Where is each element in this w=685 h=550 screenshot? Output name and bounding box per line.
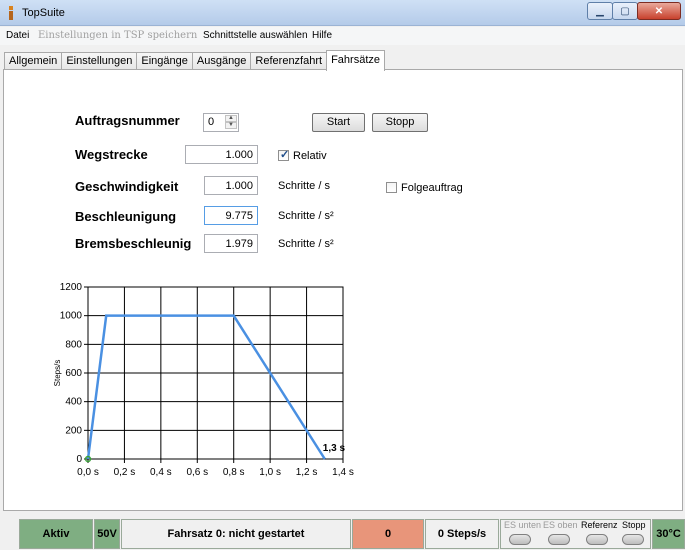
status-position: 0 xyxy=(352,519,424,549)
y-tick-label: 1000 xyxy=(60,311,83,322)
tab-einstellungen[interactable]: Einstellungen xyxy=(61,52,138,70)
menu-bar: Datei Einstellungen in TSP speichern Sch… xyxy=(0,27,685,45)
maximize-icon: ▢ xyxy=(620,5,630,17)
stepper-up-icon[interactable]: ▲ xyxy=(225,115,237,122)
app-window: TopSuite ▁ ▢ ✕ Datei Einstellungen in TS… xyxy=(0,0,685,550)
y-axis-label: Steps/s xyxy=(53,360,62,387)
beschleunigung-unit: Schritte / s² xyxy=(278,210,334,222)
y-tick-label: 600 xyxy=(65,368,82,379)
minimize-button[interactable]: ▁ xyxy=(587,2,613,20)
stopp-button[interactable]: Stopp xyxy=(372,113,428,132)
x-tick-label: 1,0 s xyxy=(259,467,281,478)
auftragsnummer-stepper[interactable]: 0 ▲ ▼ xyxy=(203,113,239,132)
x-tick-label: 0,8 s xyxy=(223,467,245,478)
start-button[interactable]: Start xyxy=(312,113,365,132)
close-icon: ✕ xyxy=(654,5,664,17)
menu-datei[interactable]: Datei xyxy=(6,30,29,41)
relativ-label: Relativ xyxy=(293,150,327,162)
stopp-led xyxy=(622,534,644,545)
geschwindigkeit-label: Geschwindigkeit xyxy=(75,179,179,194)
referenz-led xyxy=(586,534,608,545)
window-controls: ▁ ▢ ✕ xyxy=(587,2,681,20)
es-unten-label: ES unten xyxy=(504,520,542,530)
bremsbeschleunigung-unit: Schritte / s² xyxy=(278,238,334,250)
tab-referenzfahrt[interactable]: Referenzfahrt xyxy=(250,52,328,70)
y-tick-label: 0 xyxy=(76,454,82,465)
x-tick-label: 0,6 s xyxy=(186,467,208,478)
stopp-indicator-label: Stopp xyxy=(622,520,646,530)
y-tick-label: 200 xyxy=(65,425,82,436)
status-aktiv: Aktiv xyxy=(19,519,93,549)
maximize-button[interactable]: ▢ xyxy=(612,2,638,20)
status-temperature: 30°C xyxy=(652,519,685,549)
geschwindigkeit-input[interactable] xyxy=(204,176,258,195)
beschleunigung-label: Beschleunigung xyxy=(75,209,177,224)
wegstrecke-label: Wegstrecke xyxy=(75,147,148,162)
status-voltage: 50V xyxy=(94,519,120,549)
relativ-checkbox[interactable] xyxy=(278,148,289,161)
x-tick-label: 0,4 s xyxy=(150,467,172,478)
x-tick-label: 0,0 s xyxy=(77,467,99,478)
es-unten-led xyxy=(509,534,531,545)
minimize-icon: ▁ xyxy=(596,5,604,17)
window-title: TopSuite xyxy=(22,7,65,19)
tab-fahrsaetze[interactable]: Fahrsätze xyxy=(326,50,385,71)
y-tick-label: 400 xyxy=(65,397,82,408)
y-tick-label: 1200 xyxy=(60,282,83,293)
folgeauftrag-checkbox[interactable] xyxy=(386,182,397,193)
tab-allgemein[interactable]: Allgemein xyxy=(4,52,63,70)
close-button[interactable]: ✕ xyxy=(637,2,681,20)
app-icon xyxy=(9,6,13,20)
es-oben-led xyxy=(548,534,570,545)
end-time-annotation: 1,3 s xyxy=(323,443,346,454)
menu-schnittstelle[interactable]: Schnittstelle auswählen xyxy=(203,30,308,41)
y-tick-label: 800 xyxy=(65,339,82,350)
tab-ausgaenge[interactable]: Ausgänge xyxy=(191,52,252,70)
auftragsnummer-value: 0 xyxy=(208,116,215,128)
status-fahrsatz: Fahrsatz 0: nicht gestartet xyxy=(121,519,351,549)
x-tick-label: 1,4 s xyxy=(332,467,354,478)
x-tick-label: 1,2 s xyxy=(296,467,318,478)
stepper-down-icon[interactable]: ▼ xyxy=(225,122,237,129)
wegstrecke-input[interactable] xyxy=(185,145,258,164)
beschleunigung-input[interactable] xyxy=(204,206,258,225)
title-bar: TopSuite ▁ ▢ ✕ xyxy=(0,0,685,26)
menu-hilfe[interactable]: Hilfe xyxy=(312,30,332,41)
menu-einstellungen-speichern[interactable]: Einstellungen in TSP speichern xyxy=(38,30,197,41)
es-oben-label: ES oben xyxy=(543,520,578,530)
x-tick-label: 0,2 s xyxy=(114,467,136,478)
stepper-arrows: ▲ ▼ xyxy=(225,115,237,130)
bremsbeschleunigung-input[interactable] xyxy=(204,234,258,253)
geschwindigkeit-unit: Schritte / s xyxy=(278,180,330,192)
auftragsnummer-label: Auftragsnummer xyxy=(75,113,180,128)
folgeauftrag-label: Folgeauftrag xyxy=(401,182,463,194)
status-speed: 0 Steps/s xyxy=(425,519,499,549)
bremsbeschleunigung-label: Bremsbeschleunig xyxy=(75,236,192,251)
tab-eingaenge[interactable]: Eingänge xyxy=(136,52,193,70)
tab-strip: Allgemein Einstellungen Eingänge Ausgäng… xyxy=(4,50,385,71)
velocity-profile-chart: 0,0 s 0,2 s 0,4 s 0,6 s 0,8 s 1,0 s 1,2 s 1,4 s… xyxy=(53,282,354,478)
referenz-label: Referenz xyxy=(581,520,618,530)
